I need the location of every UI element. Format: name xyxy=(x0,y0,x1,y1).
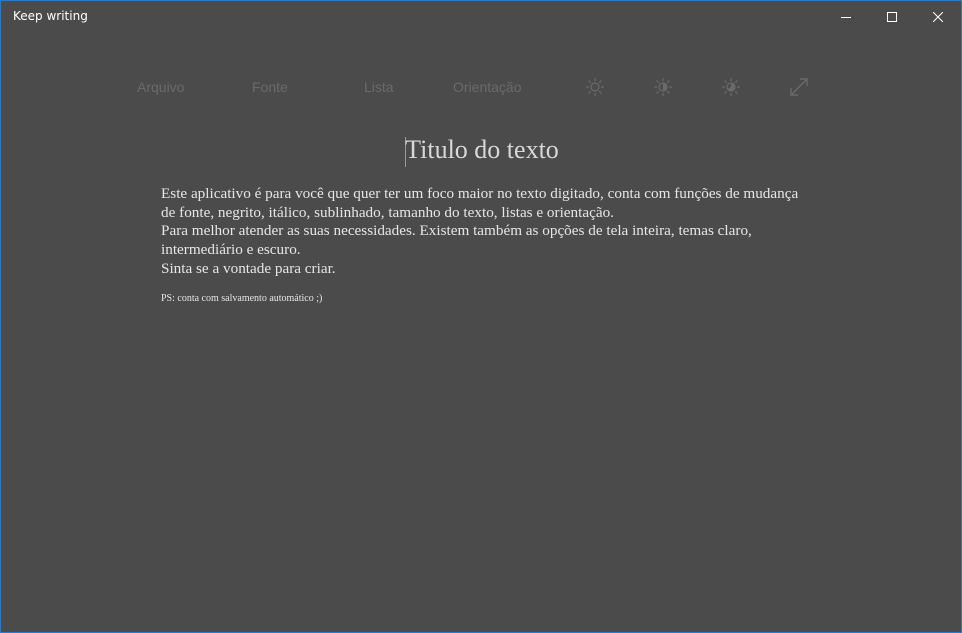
paragraph-2: Para melhor atender as suas necessidades… xyxy=(161,222,752,259)
menu-arquivo[interactable]: Arquivo xyxy=(137,79,184,95)
fullscreen-icon[interactable] xyxy=(788,76,810,98)
document-body[interactable]: Este aplicativo é para você que quer ter… xyxy=(161,185,801,279)
close-button[interactable] xyxy=(915,1,961,32)
menu-orientacao[interactable]: Orientação xyxy=(453,79,521,95)
app-window: Keep writing Arquivo Fonte Lista Orienta… xyxy=(0,0,962,633)
paragraph-3: Sinta se a vontade para criar. xyxy=(161,259,336,277)
close-icon xyxy=(933,11,943,22)
window-title: Keep writing xyxy=(13,9,88,23)
paragraph-1: Este aplicativo é para você que quer ter… xyxy=(161,185,799,221)
dark-theme-icon[interactable] xyxy=(720,76,742,98)
document-title[interactable]: Titulo do texto xyxy=(1,135,962,165)
maximize-icon xyxy=(887,11,897,22)
maximize-button[interactable] xyxy=(869,1,915,32)
medium-theme-icon[interactable] xyxy=(652,76,674,98)
minimize-icon xyxy=(841,16,851,18)
minimize-button[interactable] xyxy=(823,1,869,32)
light-theme-icon[interactable] xyxy=(584,76,606,98)
document-ps-note[interactable]: PS: conta com salvamento automático ;) xyxy=(161,293,322,304)
menu-fonte[interactable]: Fonte xyxy=(252,79,288,95)
title-bar[interactable]: Keep writing xyxy=(1,1,961,32)
menu-lista[interactable]: Lista xyxy=(364,79,394,95)
